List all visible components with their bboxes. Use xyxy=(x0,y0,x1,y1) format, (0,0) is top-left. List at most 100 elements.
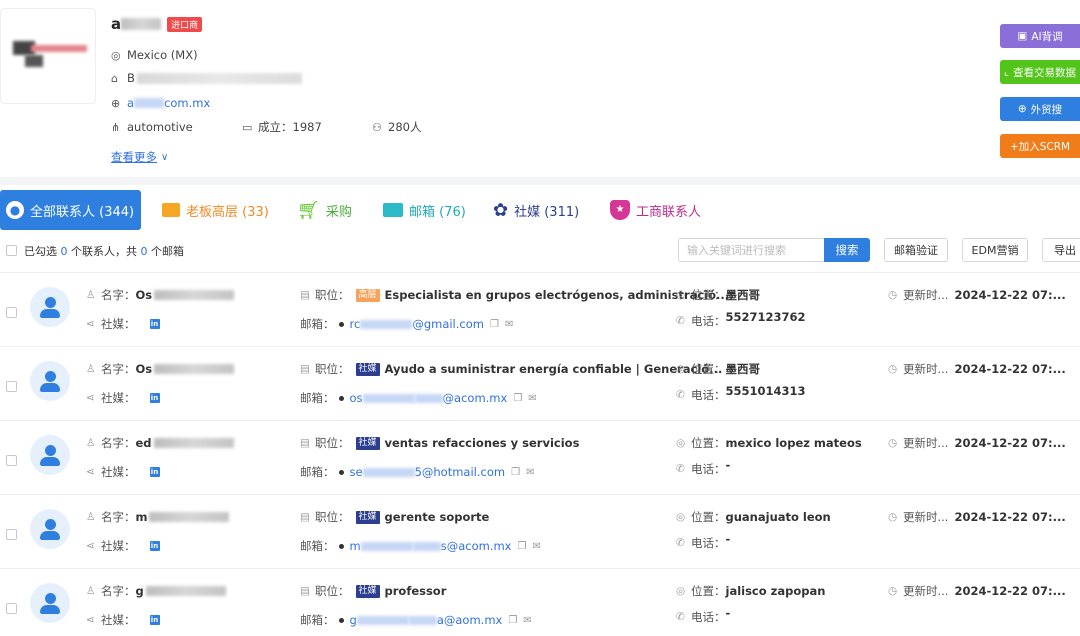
email-redacted xyxy=(360,319,413,329)
name-label: 名字： xyxy=(101,584,136,598)
email-mid[interactable]: a@a xyxy=(437,613,463,627)
contact-row[interactable]: ♙ 名字： ed ⋖ 社媒： in ▤ 职位： 社媒 ventas refacc… xyxy=(0,420,1080,494)
email-field: 邮箱： rc @gmail.com ❐ ✉ xyxy=(300,316,513,332)
mail-icon[interactable]: ✉ xyxy=(505,319,513,330)
row-checkbox[interactable] xyxy=(6,307,17,318)
search-input[interactable]: 输入关键词进行搜索 xyxy=(678,238,824,262)
email-prefix[interactable]: rc xyxy=(350,317,361,331)
phone-icon: ✆ xyxy=(676,611,685,623)
clock-icon: ◷ xyxy=(888,289,898,301)
mail-icon[interactable]: ✉ xyxy=(532,541,540,552)
chevron-down-icon[interactable]: ∨ xyxy=(161,152,168,163)
linkedin-icon[interactable]: in xyxy=(149,467,160,477)
foreign-search-button[interactable]: ⊕ 外贸搜 xyxy=(1000,97,1080,121)
email-status-dot xyxy=(338,543,344,549)
phone-number: - xyxy=(725,606,731,620)
position-field: ▤ 职位： 社媒 professor xyxy=(300,583,446,599)
linkedin-icon[interactable]: in xyxy=(149,319,160,329)
email-redacted xyxy=(414,393,443,403)
contact-row[interactable]: ♙ 名字： m ⋖ 社媒： in ▤ 职位： 社媒 gerente soport… xyxy=(0,494,1080,568)
contact-row[interactable]: ♙ 名字： Os ⋖ 社媒： in ▤ 职位： 社媒 Ayudo a sumin… xyxy=(0,346,1080,420)
linkedin-icon[interactable]: in xyxy=(149,615,160,625)
name-field: ♙ 名字： ed xyxy=(86,435,234,451)
industry-row: ⋔ automotive xyxy=(111,118,193,136)
location-field: ◎ 位置： jalisco zapopan xyxy=(676,583,825,599)
row-checkbox[interactable] xyxy=(6,381,17,392)
contact-row[interactable]: ♙ 名字： g ⋖ 社媒： in ▤ 职位： 社媒 professor 邮箱： … xyxy=(0,568,1080,636)
email-link[interactable]: com.mx xyxy=(465,539,511,553)
email-prefix[interactable]: g xyxy=(350,613,357,627)
website-link[interactable]: com.mx xyxy=(164,96,210,110)
email-mid[interactable]: s@a xyxy=(441,539,466,553)
people-icon: ⚇ xyxy=(372,120,382,134)
contact-name: m xyxy=(135,510,148,524)
copy-icon[interactable]: ❐ xyxy=(490,319,499,330)
copy-icon[interactable]: ❐ xyxy=(517,541,526,552)
mail-icon[interactable]: ✉ xyxy=(526,467,534,478)
clock-icon: ◷ xyxy=(888,363,898,375)
verify-email-button[interactable]: 邮箱验证 xyxy=(884,238,948,262)
email-field: 邮箱： se 5@hotmail.com ❐ ✉ xyxy=(300,464,534,480)
email-label: 邮箱： xyxy=(300,539,335,553)
copy-icon[interactable]: ❐ xyxy=(508,615,517,626)
company-title: a 进口商 xyxy=(111,14,203,34)
contact-row[interactable]: ♙ 名字： Os ⋖ 社媒： in ▤ 职位： 高层 Especialista … xyxy=(0,272,1080,346)
tab-all-contacts[interactable]: ● 全部联系人 (344) xyxy=(0,190,141,230)
linkedin-icon[interactable]: in xyxy=(149,541,160,551)
social-field: ⋖ 社媒： in xyxy=(86,538,160,554)
edm-button[interactable]: EDM营销 xyxy=(962,238,1028,262)
mail-icon[interactable]: ✉ xyxy=(523,615,531,626)
row-checkbox[interactable] xyxy=(6,529,17,540)
email-prefix[interactable]: se xyxy=(350,465,363,479)
location-icon: ◎ xyxy=(676,585,686,597)
tab-business[interactable]: ★ 工商联系人 xyxy=(610,190,701,230)
updated-time: 2024-12-22 07:... xyxy=(954,436,1066,450)
tab-email[interactable]: 邮箱 (76) xyxy=(383,190,466,230)
website-prefix[interactable]: a xyxy=(127,96,134,110)
row-checkbox[interactable] xyxy=(6,455,17,466)
country-text: Mexico (MX) xyxy=(127,48,198,62)
position-field: ▤ 职位： 社媒 gerente soporte xyxy=(300,509,489,525)
total-count: 0 xyxy=(140,245,148,258)
tab-boss[interactable]: 老板高层 (33) xyxy=(162,190,269,230)
updated-field: ◷ 更新时... 2024-12-22 07:... xyxy=(888,361,1066,377)
email-link[interactable]: om.mx xyxy=(462,613,502,627)
website-row[interactable]: ⊕ a com.mx xyxy=(111,94,210,112)
export-button[interactable]: 导出 xyxy=(1042,238,1080,262)
social-label: 社媒： xyxy=(101,613,136,627)
linkedin-icon[interactable]: in xyxy=(149,393,160,403)
see-more-label[interactable]: 查看更多 xyxy=(111,149,157,165)
social-icon: ✿ xyxy=(493,199,509,221)
location-label: 位置： xyxy=(691,436,726,450)
search-button[interactable]: 搜索 xyxy=(824,238,870,262)
tab-social[interactable]: ✿ 社媒 (311) xyxy=(493,190,579,230)
phone-field: ✆ 电话： - xyxy=(676,532,730,551)
mail-icon[interactable]: ✉ xyxy=(528,393,536,404)
copy-icon[interactable]: ❐ xyxy=(513,393,522,404)
select-all-checkbox[interactable] xyxy=(6,245,17,256)
email-prefix[interactable]: os xyxy=(350,391,363,405)
foreign-search-label: 外贸搜 xyxy=(1030,103,1063,116)
see-more-link[interactable]: 查看更多 ∨ xyxy=(111,148,168,166)
row-checkbox[interactable] xyxy=(6,603,17,614)
trade-data-button[interactable]: ⌞ 查看交易数据 xyxy=(1000,60,1080,84)
add-scrm-button[interactable]: +加入SCRM xyxy=(1000,134,1080,158)
email-link[interactable]: @gmail.com xyxy=(412,317,484,331)
email-mid[interactable]: @a xyxy=(443,391,462,405)
email-prefix[interactable]: m xyxy=(350,539,361,553)
updated-label: 更新时... xyxy=(903,436,949,450)
email-link[interactable]: com.mx xyxy=(461,391,507,405)
tab-purchase[interactable]: 🛒︎ 采购 xyxy=(297,190,352,230)
ai-check-button[interactable]: ▣ AI背调 xyxy=(1000,24,1080,48)
shield-icon: ★ xyxy=(610,200,630,220)
email-link[interactable]: 5@hotmail.com xyxy=(415,465,506,479)
name-field: ♙ 名字： g xyxy=(86,583,226,599)
name-label: 名字： xyxy=(101,288,136,302)
email-redacted xyxy=(360,541,413,551)
clock-icon: ◷ xyxy=(888,585,898,597)
updated-time: 2024-12-22 07:... xyxy=(954,584,1066,598)
copy-icon[interactable]: ❐ xyxy=(511,467,520,478)
location-icon: ◎ xyxy=(111,48,121,62)
address-text: B xyxy=(127,71,135,85)
email-status-dot xyxy=(338,617,344,623)
